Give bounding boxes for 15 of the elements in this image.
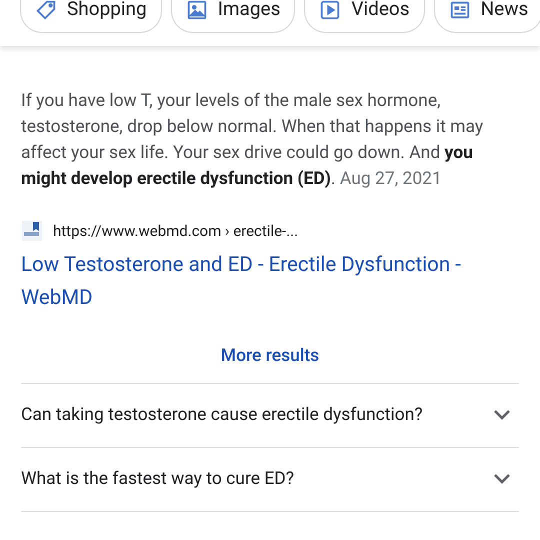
- more-results-link[interactable]: More results: [220, 342, 320, 369]
- filter-chip[interactable]: Shopping: [20, 0, 162, 33]
- filter-chip[interactable]: Videos: [304, 0, 425, 33]
- tag-icon: [35, 0, 57, 20]
- filter-chip[interactable]: Images: [170, 0, 296, 33]
- snippet-text: If you have low T, your levels of the male sex hormone, testosterone, drop below normal. When that happens it may affect your sex life. Your sex drive could go down. And you might develop erectile dysfunction (ED). Aug 27, 2021: [21, 90, 484, 191]
- result-title-link[interactable]: Low Testosterone and ED - Erectile Dysfunction - WebMD: [21, 248, 501, 314]
- site-favicon-icon: [21, 220, 43, 242]
- question-row[interactable]: Can taking testosterone cause erectile dysfunction?: [21, 382, 519, 447]
- image-icon: [186, 0, 208, 20]
- play-icon: [319, 0, 342, 20]
- filter-chip[interactable]: News: [434, 0, 540, 33]
- question-row[interactable]: What is the fastest way to cure ED?: [21, 446, 519, 511]
- newspaper-icon: [448, 0, 471, 20]
- result-url: https://www.webmd.com › erectile-...: [53, 221, 298, 242]
